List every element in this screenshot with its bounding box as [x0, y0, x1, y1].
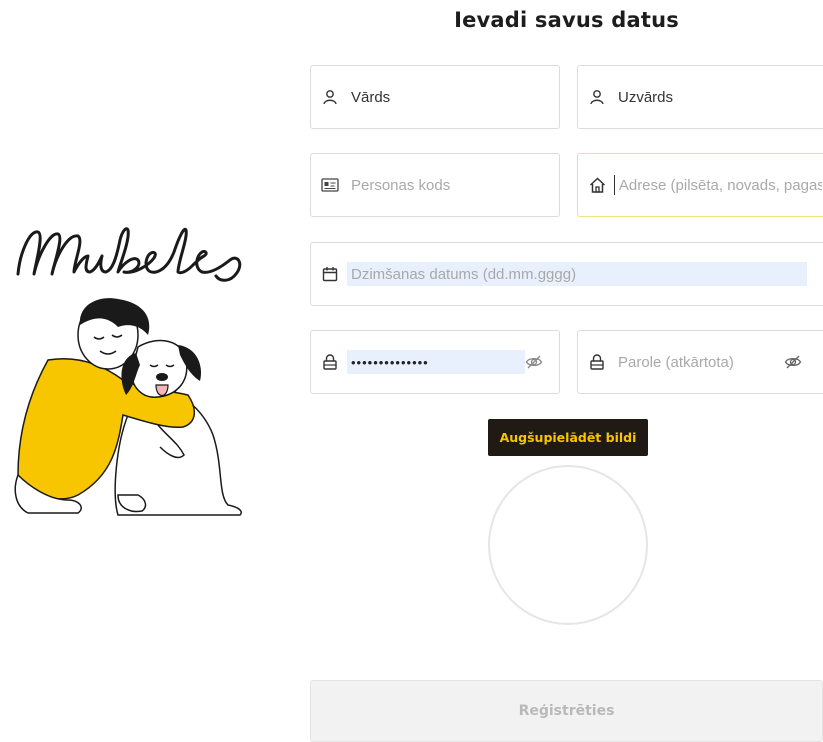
password-repeat-field[interactable]	[577, 330, 823, 394]
personal-code-input[interactable]	[347, 173, 559, 197]
address-field[interactable]	[577, 153, 823, 217]
last-name-field[interactable]	[577, 65, 823, 129]
calendar-icon	[321, 265, 339, 283]
first-name-input[interactable]	[347, 85, 559, 109]
last-name-input[interactable]	[614, 85, 823, 109]
password-repeat-input[interactable]	[614, 350, 784, 374]
password-input[interactable]	[347, 350, 525, 374]
user-icon	[588, 88, 606, 106]
eye-slash-icon[interactable]	[525, 353, 543, 371]
personal-code-field[interactable]	[310, 153, 560, 217]
birth-date-input[interactable]	[347, 262, 807, 286]
lock-icon	[321, 353, 339, 371]
page-title: Ievadi savus datus	[454, 8, 679, 32]
mubele-logo	[16, 227, 242, 282]
lock-icon	[588, 353, 606, 371]
register-button[interactable]: Reģistrēties	[310, 680, 823, 742]
user-icon	[321, 88, 339, 106]
birth-date-field[interactable]	[310, 242, 823, 306]
id-card-icon	[321, 176, 339, 194]
first-name-field[interactable]	[310, 65, 560, 129]
address-input[interactable]	[614, 173, 823, 197]
home-icon	[588, 176, 606, 194]
password-field[interactable]	[310, 330, 560, 394]
avatar-preview	[488, 465, 648, 625]
eye-slash-icon[interactable]	[784, 353, 802, 371]
person-with-dog-illustration	[14, 298, 242, 516]
upload-photo-button[interactable]: Augšupielādēt bildi	[488, 419, 648, 456]
